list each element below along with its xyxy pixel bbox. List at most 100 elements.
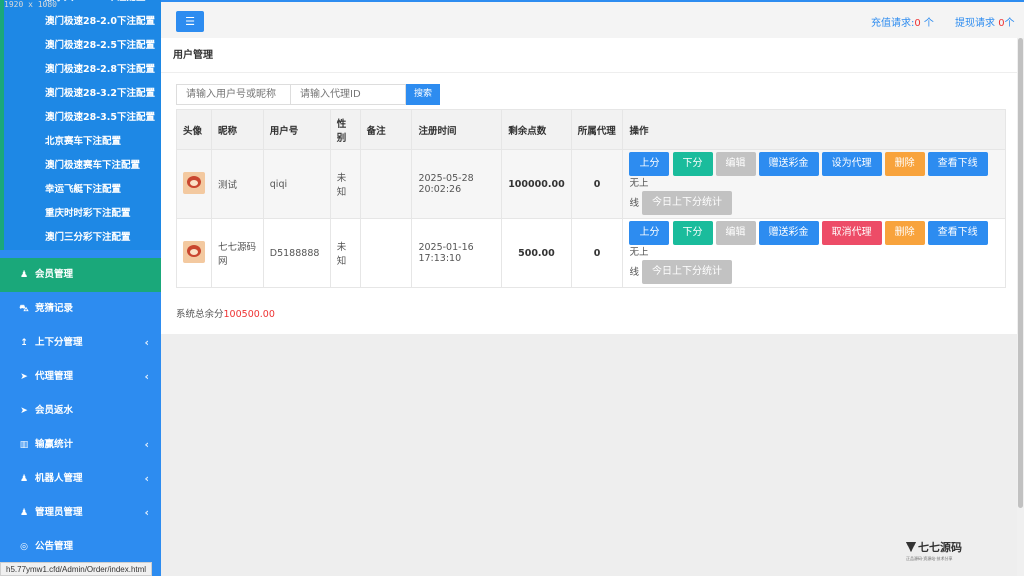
brand-logo: 七七源码 正品源码·资源站·技术分享: [906, 539, 962, 562]
sidebar-item-label: 会员返水: [35, 405, 74, 416]
remark-cell: [359, 218, 413, 288]
sidebar-item-label: 竞猜记录: [35, 303, 74, 314]
table-header-row: 头像 昵称 用户号 性别 备注 注册时间 剩余点数 所属代理 操作: [176, 109, 1006, 150]
search-button[interactable]: 搜索: [406, 84, 441, 105]
nickname-cell: 七七源码网: [211, 218, 264, 288]
submenu-item[interactable]: 澳门极速28-2.5下注配置: [4, 34, 161, 58]
person-icon: ♟: [19, 474, 29, 484]
chevron-left-icon: ‹: [144, 506, 149, 519]
user-table: 头像 昵称 用户号 性别 备注 注册时间 剩余点数 所属代理 操作 测试 qiq…: [176, 109, 1006, 288]
edit-button[interactable]: 编辑: [715, 152, 756, 177]
sidebar-submenu: 加拿大28-3.5下注配置 澳门极速28-2.0下注配置 澳门极速28-2.5下…: [0, 0, 161, 250]
view-downline-button[interactable]: 查看下线: [927, 152, 988, 177]
sidebar-item-label: 管理员管理: [35, 507, 83, 518]
screen-dims-label: 1920 x 1080: [4, 0, 57, 9]
system-total-balance: 系统总余分100500.00: [176, 306, 275, 320]
table-row: 七七源码网 D5188888 未知 2025-01-16 17:13:10 500…: [176, 218, 1006, 288]
gender-cell: 未知: [329, 149, 361, 219]
arrow-up-icon: ↥: [20, 338, 28, 348]
sidebar-item-agent-management[interactable]: ➤ 代理管理 ‹: [0, 360, 161, 394]
add-points-button[interactable]: 上分: [629, 152, 670, 177]
top-bar: ☰ 充值请求:0 个 提现请求 0个: [161, 0, 1024, 38]
upline-text: 无上: [629, 247, 649, 259]
header-reg-time: 注册时间: [411, 109, 503, 150]
submenu-item[interactable]: 澳门极速28-3.2下注配置: [4, 82, 161, 106]
upline-text-cont: 线: [629, 266, 639, 278]
reg-date: 2025-05-28: [418, 173, 474, 184]
agent-cell: 0: [570, 218, 624, 288]
sidebar-item-points-management[interactable]: ↥ 上下分管理 ‹: [0, 326, 161, 360]
agent-id-input[interactable]: [291, 84, 406, 105]
header-actions: 操作: [622, 109, 1006, 150]
sidebar-item-label: 机器人管理: [35, 473, 83, 484]
header-nickname: 昵称: [211, 109, 264, 150]
sidebar-item-label: 公告管理: [35, 541, 74, 552]
gift-bonus-button[interactable]: 赠送彩金: [758, 152, 819, 177]
sidebar-item-admin-management[interactable]: ♟ 管理员管理 ‹: [0, 496, 161, 530]
submenu-item[interactable]: 北京赛车下注配置: [4, 130, 161, 154]
total-label: 系统总余分: [176, 309, 224, 320]
recharge-unit: 个: [920, 18, 934, 29]
sidebar-item-member-rebate[interactable]: ➤ 会员返水: [0, 394, 161, 428]
menu-toggle-button[interactable]: ☰: [176, 11, 204, 32]
deduct-points-button[interactable]: 下分: [672, 221, 713, 246]
page-scrollbar[interactable]: [1017, 38, 1024, 576]
edit-button[interactable]: 编辑: [715, 221, 756, 246]
chevron-left-icon: ‹: [144, 472, 149, 485]
submenu-item[interactable]: 澳门三分彩下注配置: [4, 226, 161, 250]
nickname-cell: 测试: [211, 149, 264, 219]
actions-cell: 上分 下分 编辑 赠送彩金 取消代理 删除 查看下线 无上 线 今日上下分统计: [622, 218, 1006, 288]
scrollbar-thumb[interactable]: [1018, 38, 1023, 508]
reg-time-cell: 2025-01-16 17:13:10: [411, 218, 503, 288]
avatar: [183, 171, 205, 194]
agent-cell: 0: [570, 149, 624, 219]
header-user-no: 用户号: [262, 109, 331, 150]
sidebar-item-member-management[interactable]: ♟ 会员管理: [0, 258, 161, 292]
user-search-input[interactable]: [176, 84, 291, 105]
bar-chart-icon: ▥: [19, 440, 29, 450]
submenu-item[interactable]: 澳门极速28-3.5下注配置: [4, 106, 161, 130]
submenu-item[interactable]: 重庆时时彩下注配置: [4, 202, 161, 226]
view-downline-button[interactable]: 查看下线: [927, 221, 988, 246]
submenu-item[interactable]: 幸运飞艇下注配置: [4, 178, 161, 202]
set-agent-button[interactable]: 设为代理: [821, 152, 882, 177]
sidebar-item-bet-records[interactable]: ⛍ 竞猜记录: [0, 292, 161, 326]
gift-bonus-button[interactable]: 赠送彩金: [758, 221, 819, 246]
chevron-left-icon: ‹: [144, 438, 149, 451]
submenu-item[interactable]: 澳门极速赛车下注配置: [4, 154, 161, 178]
withdraw-unit: 个: [1004, 18, 1015, 29]
sidebar: 加拿大28-3.5下注配置 澳门极速28-2.0下注配置 澳门极速28-2.5下…: [0, 0, 161, 576]
deduct-points-button[interactable]: 下分: [672, 152, 713, 177]
brand-name: 七七源码: [918, 541, 962, 554]
points-cell: 500.00: [501, 218, 572, 288]
reg-time-cell: 2025-05-28 20:02:26: [411, 149, 503, 219]
avatar-cell: [176, 149, 212, 219]
gender-cell: 未知: [329, 218, 361, 288]
brand-logo-icon: [906, 542, 916, 552]
user-icon: ♟: [19, 270, 29, 280]
sidebar-item-label: 会员管理: [35, 269, 74, 280]
delete-button[interactable]: 删除: [884, 221, 925, 246]
sidebar-item-robot-management[interactable]: ♟ 机器人管理 ‹: [0, 462, 161, 496]
avatar-cell: [176, 218, 212, 288]
recharge-label: 充值请求:: [871, 18, 915, 29]
delete-button[interactable]: 删除: [884, 152, 925, 177]
user-management-panel: 用户管理 搜索 头像 昵称 用户号 性别 备注 注册时间 剩余点数 所属代理 操…: [161, 38, 1017, 334]
withdraw-request-link[interactable]: 提现请求 0个: [955, 14, 1015, 29]
cancel-agent-button[interactable]: 取消代理: [821, 221, 882, 246]
submenu-item[interactable]: 澳门极速28-2.8下注配置: [4, 58, 161, 82]
sidebar-item-win-loss-stats[interactable]: ▥ 输赢统计 ‹: [0, 428, 161, 462]
header-agent: 所属代理: [570, 109, 624, 150]
user-no-cell: D5188888: [262, 218, 331, 288]
recharge-request-link[interactable]: 充值请求:0 个: [871, 14, 934, 29]
brand-tagline: 正品源码·资源站·技术分享: [906, 556, 953, 561]
upline-text-cont: 线: [629, 197, 639, 209]
today-stats-button[interactable]: 今日上下分统计: [642, 259, 733, 284]
sidebar-item-announcements[interactable]: ◎ 公告管理: [0, 530, 161, 564]
today-stats-button[interactable]: 今日上下分统计: [642, 190, 733, 215]
user-no-cell: qiqi: [262, 149, 331, 219]
add-points-button[interactable]: 上分: [629, 221, 670, 246]
submenu-item[interactable]: 澳门极速28-2.0下注配置: [4, 10, 161, 34]
bell-icon: ◎: [20, 542, 28, 552]
